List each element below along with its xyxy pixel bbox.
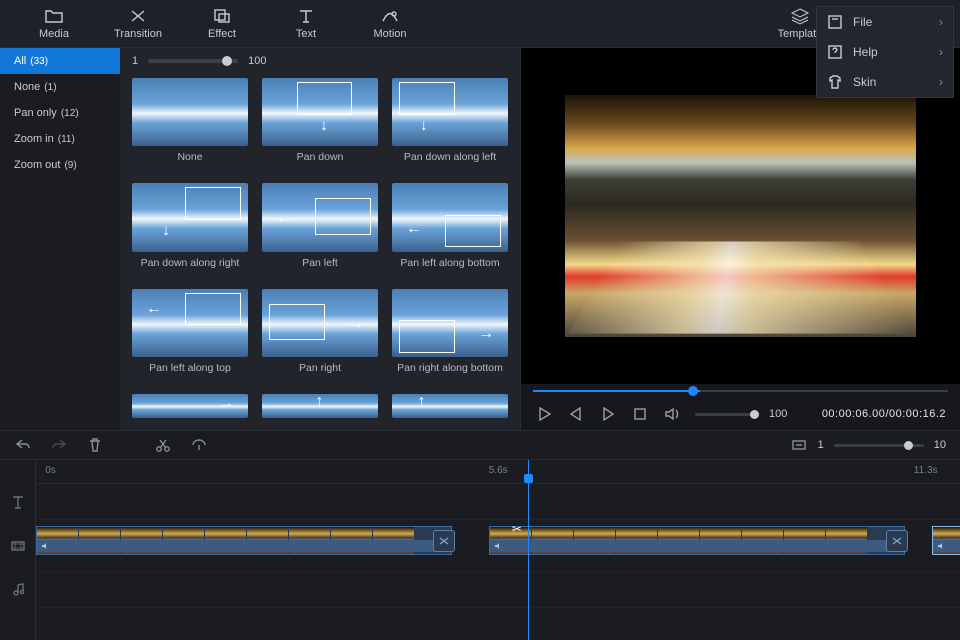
- transition-icon: [128, 7, 148, 25]
- nav-motion[interactable]: Motion: [348, 7, 432, 40]
- timeline-ruler[interactable]: 0s 5.6s 11.3s: [36, 460, 960, 484]
- effect-partial[interactable]: ↑: [262, 394, 378, 430]
- preview-scrubber[interactable]: [521, 384, 960, 398]
- text-track[interactable]: [36, 484, 960, 520]
- sidebar-item-zoomin[interactable]: Zoom in(11): [0, 126, 120, 152]
- speaker-icon: [41, 541, 51, 551]
- preview-panel: 100 00:00:06.00/00:00:16.2: [520, 48, 960, 430]
- track-music-icon[interactable]: [0, 572, 35, 608]
- volume-slider[interactable]: [695, 413, 755, 416]
- menu-file[interactable]: File ›: [817, 7, 953, 37]
- speaker-icon: [494, 541, 504, 551]
- video-clip-3[interactable]: [932, 526, 960, 555]
- text-icon: [296, 7, 316, 25]
- skin-icon: [827, 74, 843, 90]
- video-track[interactable]: ✂: [36, 520, 960, 572]
- effect-icon: [212, 7, 232, 25]
- chevron-right-icon: ›: [939, 75, 943, 89]
- timecode: 00:00:06.00/00:00:16.2: [822, 408, 946, 420]
- cut-icon: ✂: [512, 522, 522, 536]
- playhead[interactable]: [528, 460, 529, 640]
- chevron-right-icon: ›: [939, 15, 943, 29]
- folder-icon: [44, 7, 64, 25]
- effect-pan-left[interactable]: ←Pan left: [262, 183, 378, 280]
- effect-pan-left-bottom[interactable]: ←Pan left along bottom: [392, 183, 508, 280]
- main-menu-dropdown: File › Help › Skin ›: [816, 6, 954, 98]
- fit-button[interactable]: [790, 436, 808, 454]
- tl-zoom-max: 10: [934, 439, 946, 451]
- effect-pan-down-left[interactable]: ↓Pan down along left: [392, 78, 508, 175]
- speaker-icon: [937, 541, 947, 551]
- menu-skin[interactable]: Skin ›: [817, 67, 953, 97]
- sidebar-item-all[interactable]: All(33): [0, 48, 120, 74]
- prev-frame-button[interactable]: [567, 405, 585, 423]
- effect-pan-right-bottom[interactable]: →Pan right along bottom: [392, 289, 508, 386]
- effect-pan-left-top[interactable]: ←Pan left along top: [132, 289, 248, 386]
- split-button[interactable]: [154, 436, 172, 454]
- effect-pan-down[interactable]: ↓Pan down: [262, 78, 378, 175]
- nav-media[interactable]: Media: [12, 7, 96, 40]
- transition-2[interactable]: [886, 530, 908, 552]
- play-button[interactable]: [535, 405, 553, 423]
- nav-effect[interactable]: Effect: [180, 7, 264, 40]
- layers-icon: [790, 7, 810, 25]
- file-icon: [827, 14, 843, 30]
- sidebar-item-none[interactable]: None(1): [0, 74, 120, 100]
- effect-browser: 1 100 None ↓Pan down ↓Pan down along lef…: [120, 48, 520, 430]
- next-frame-button[interactable]: [599, 405, 617, 423]
- volume-button[interactable]: [663, 405, 681, 423]
- sidebar-item-pan[interactable]: Pan only(12): [0, 100, 120, 126]
- motion-icon: [380, 7, 400, 25]
- menu-help[interactable]: Help ›: [817, 37, 953, 67]
- preview-canvas[interactable]: [521, 48, 960, 384]
- timeline-zoom-slider[interactable]: [834, 444, 924, 447]
- nav-text[interactable]: Text: [264, 7, 348, 40]
- music-track[interactable]: [36, 572, 960, 608]
- effect-pan-down-right[interactable]: ↓Pan down along right: [132, 183, 248, 280]
- undo-button[interactable]: [14, 436, 32, 454]
- track-text-icon[interactable]: [0, 484, 35, 520]
- thumbnail-zoom-slider[interactable]: [148, 59, 238, 63]
- delete-button[interactable]: [86, 436, 104, 454]
- volume-value: 100: [769, 408, 787, 420]
- video-clip-1[interactable]: [36, 526, 452, 555]
- effect-partial[interactable]: ↑: [392, 394, 508, 430]
- chevron-right-icon: ›: [939, 45, 943, 59]
- thumb-zoom-min: 1: [132, 55, 138, 67]
- sidebar-item-zoomout[interactable]: Zoom out(9): [0, 152, 120, 178]
- effect-partial[interactable]: →: [132, 394, 248, 430]
- timeline-toolbar: 1 10: [0, 430, 960, 460]
- track-video-icon[interactable]: [0, 520, 35, 572]
- redo-button[interactable]: [50, 436, 68, 454]
- stop-button[interactable]: [631, 405, 649, 423]
- transition-1[interactable]: [433, 530, 455, 552]
- tl-zoom-min: 1: [818, 439, 824, 451]
- effect-none[interactable]: None: [132, 78, 248, 175]
- category-sidebar: All(33) None(1) Pan only(12) Zoom in(11)…: [0, 48, 120, 430]
- thumb-zoom-max: 100: [248, 55, 266, 67]
- effect-pan-right[interactable]: →Pan right: [262, 289, 378, 386]
- crop-button[interactable]: [190, 436, 208, 454]
- help-icon: [827, 44, 843, 60]
- nav-transition[interactable]: Transition: [96, 7, 180, 40]
- timeline: 0s 5.6s 11.3s ✂: [0, 460, 960, 640]
- video-clip-2[interactable]: [489, 526, 905, 555]
